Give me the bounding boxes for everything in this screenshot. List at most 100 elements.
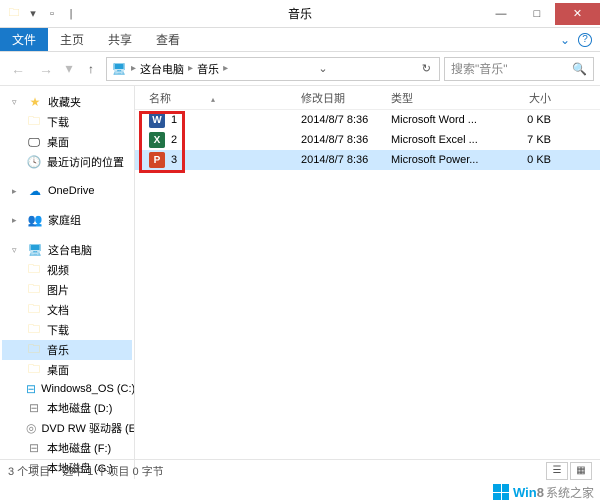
sidebar-item[interactable]: ⊟本地磁盘 (F:) (2, 438, 132, 458)
tab-home[interactable]: 主页 (48, 28, 96, 51)
qat-dropdown-icon[interactable]: ▾ (25, 6, 41, 22)
dvd-icon: ◎ (26, 421, 36, 435)
tab-file[interactable]: 文件 (0, 28, 48, 51)
file-date: 2014/8/7 8:36 (301, 134, 391, 146)
recent-icon: 🕓 (26, 155, 42, 169)
breadcrumb-root[interactable]: 这台电脑 (140, 61, 184, 77)
sidebar-item[interactable]: ⊟本地磁盘 (D:) (2, 398, 132, 418)
close-button[interactable]: ✕ (555, 3, 600, 25)
onedrive-icon: ☁ (27, 184, 43, 198)
tab-share[interactable]: 共享 (96, 28, 144, 51)
address-dropdown-icon[interactable]: ⌄ (314, 62, 331, 75)
sidebar-item[interactable]: 🗀图片 (2, 280, 132, 300)
pc-icon: 🖥 (27, 243, 43, 257)
address-bar[interactable]: 🖥 ▸ 这台电脑 ▸ 音乐 ▸ ⌄ ↻ (106, 57, 440, 81)
file-size: 0 KB (501, 114, 561, 126)
file-row[interactable]: P32014/8/7 8:36Microsoft Power...0 KB (135, 150, 600, 170)
onedrive-group: ▸☁OneDrive (2, 182, 132, 200)
homegroup-icon: 👥 (27, 213, 43, 227)
sidebar-computer[interactable]: ▿🖥这台电脑 (2, 240, 132, 260)
sidebar-item-desktop[interactable]: 🖵桌面 (2, 132, 132, 152)
sidebar-onedrive[interactable]: ▸☁OneDrive (2, 182, 132, 200)
sidebar-item-label: 文档 (47, 302, 69, 318)
folder-icon: 🗀 (26, 363, 42, 377)
sidebar-item-label: Windows8_OS (C:) (41, 383, 135, 395)
file-type: Microsoft Excel ... (391, 134, 501, 146)
file-type: Microsoft Word ... (391, 114, 501, 126)
sidebar-item-label: DVD RW 驱动器 (E (41, 420, 135, 436)
qat-properties-icon[interactable]: ▫ (44, 6, 60, 22)
sidebar-item-recent[interactable]: 🕓最近访问的位置 (2, 152, 132, 172)
view-details-button[interactable]: ☰ (546, 462, 568, 480)
window-title: 音乐 (288, 5, 312, 22)
qat-separator: | (63, 6, 79, 22)
sidebar-item[interactable]: ⊟ Windows8_OS (C:) (2, 380, 132, 398)
column-date[interactable]: 修改日期 (301, 90, 391, 106)
up-button[interactable]: ↑ (80, 58, 102, 80)
favorites-group: ▿★收藏夹 🗀下载 🖵桌面 🕓最近访问的位置 (2, 92, 132, 172)
sidebar-item-downloads[interactable]: 🗀下载 (2, 112, 132, 132)
excel-icon: X (149, 132, 165, 148)
nav-toolbar: ← → ▾ ↑ 🖥 ▸ 这台电脑 ▸ 音乐 ▸ ⌄ ↻ 搜索"音乐" 🔍 (0, 52, 600, 86)
tab-view[interactable]: 查看 (144, 28, 192, 51)
sidebar-item[interactable]: 🗀 桌面 (2, 360, 132, 380)
status-count: 3 个项目 (8, 463, 50, 479)
star-icon: ★ (27, 95, 43, 109)
breadcrumb-sep: ▸ (131, 63, 136, 74)
ribbon-help: ⌄ ? (560, 28, 600, 51)
watermark-text: 系统之家 (546, 484, 594, 501)
column-size[interactable]: 大小 (501, 90, 561, 106)
file-row[interactable]: W12014/8/7 8:36Microsoft Word ...0 KB (135, 110, 600, 130)
sidebar-favorites[interactable]: ▿★收藏夹 (2, 92, 132, 112)
sidebar-item-label: 音乐 (47, 342, 69, 358)
folder-icon: 🗀 (26, 115, 42, 129)
sysdisk-icon: ⊟ (26, 382, 36, 396)
watermark: Win 8 系统之家 (487, 481, 600, 503)
sidebar-item-label: 下载 (47, 322, 69, 338)
help-icon[interactable]: ? (578, 33, 592, 47)
breadcrumb-sep: ▸ (223, 63, 228, 74)
file-list: 名称▴ 修改日期 类型 大小 W12014/8/7 8:36Microsoft … (135, 86, 600, 479)
folder-icon: 🗀 (26, 283, 42, 297)
column-name[interactable]: 名称▴ (141, 90, 301, 106)
search-input[interactable]: 搜索"音乐" 🔍 (444, 57, 594, 81)
breadcrumb-sep: ▸ (188, 63, 193, 74)
folder-icon: 🗀 (26, 343, 42, 357)
back-button[interactable]: ← (6, 57, 30, 81)
refresh-icon[interactable]: ↻ (418, 62, 435, 75)
sidebar-item-label: 本地磁盘 (F:) (47, 440, 111, 456)
content-area: ▿★收藏夹 🗀下载 🖵桌面 🕓最近访问的位置 ▸☁OneDrive ▸👥家庭组 … (0, 86, 600, 479)
sidebar-item[interactable]: ◎ DVD RW 驱动器 (E (2, 418, 132, 438)
watermark-8: 8 (537, 485, 544, 500)
homegroup-group: ▸👥家庭组 (2, 210, 132, 230)
column-type[interactable]: 类型 (391, 90, 501, 106)
view-icons-button[interactable]: ▦ (570, 462, 592, 480)
window-controls: — □ ✕ (483, 3, 600, 25)
sidebar-item[interactable]: 🗀 下载 (2, 320, 132, 340)
history-dropdown[interactable]: ▾ (62, 57, 76, 81)
breadcrumb-folder[interactable]: 音乐 (197, 61, 219, 77)
windows-logo-icon (493, 484, 509, 500)
sidebar-homegroup[interactable]: ▸👥家庭组 (2, 210, 132, 230)
forward-button[interactable]: → (34, 57, 58, 81)
sidebar-item[interactable]: 🗀文档 (2, 300, 132, 320)
ribbon-expand-icon[interactable]: ⌄ (560, 33, 570, 47)
file-size: 0 KB (501, 154, 561, 166)
sidebar-item[interactable]: 🗀视频 (2, 260, 132, 280)
file-row[interactable]: X22014/8/7 8:36Microsoft Excel ...7 KB (135, 130, 600, 150)
folder-icon: 🗀 (26, 323, 42, 337)
folder-icon[interactable]: 🗀 (6, 6, 22, 22)
file-name: 2 (171, 134, 177, 146)
file-name: 3 (171, 154, 177, 166)
minimize-button[interactable]: — (483, 3, 519, 25)
disk-icon: ⊟ (26, 401, 42, 415)
watermark-win: Win (513, 485, 537, 500)
sidebar-item[interactable]: 🗀 音乐 (2, 340, 132, 360)
folder-icon: 🗀 (26, 263, 42, 277)
file-type: Microsoft Power... (391, 154, 501, 166)
navigation-pane: ▿★收藏夹 🗀下载 🖵桌面 🕓最近访问的位置 ▸☁OneDrive ▸👥家庭组 … (0, 86, 135, 479)
maximize-button[interactable]: □ (519, 3, 555, 25)
status-selection: 选中 1 个项目 0 字节 (62, 463, 163, 479)
sidebar-item-label: 桌面 (47, 362, 69, 378)
qat: 🗀 ▾ ▫ | (0, 6, 79, 22)
